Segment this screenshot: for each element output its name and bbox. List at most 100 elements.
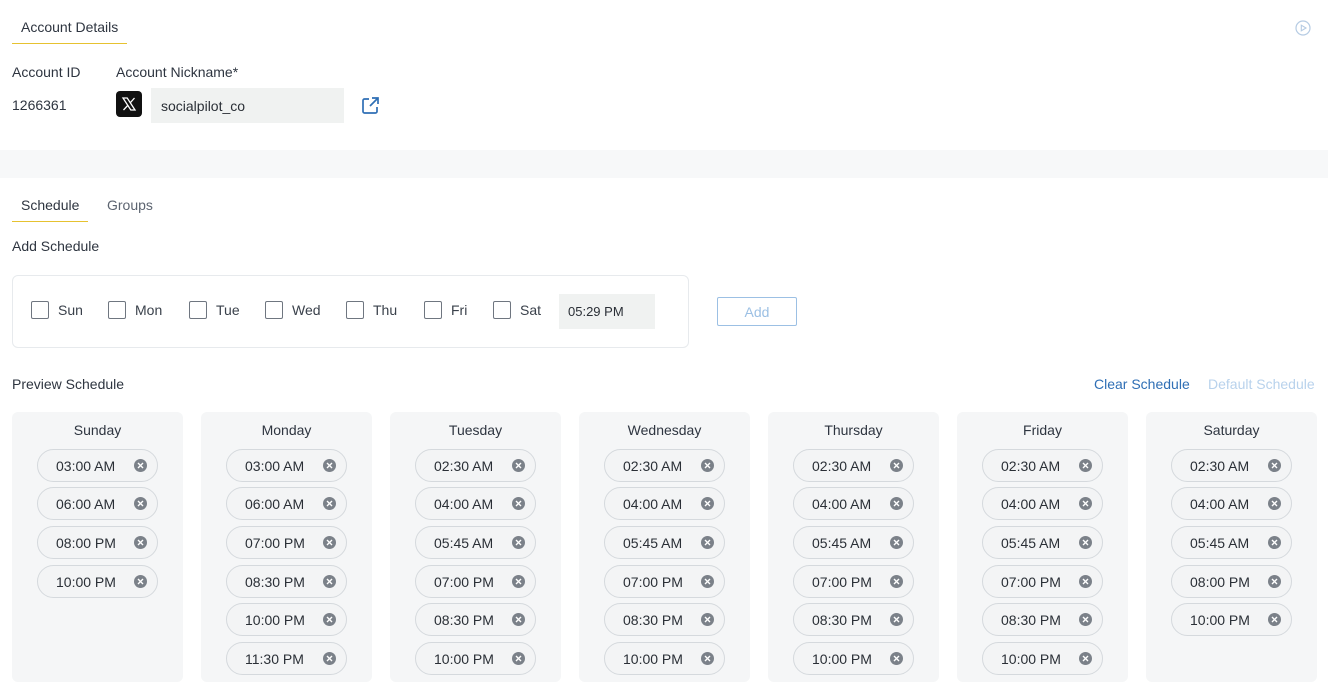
time-slot-label: 04:00 AM: [623, 495, 683, 512]
remove-slot-icon[interactable]: [1079, 536, 1092, 549]
remove-slot-icon[interactable]: [890, 536, 903, 549]
time-slot-label: 08:30 PM: [434, 611, 494, 628]
checkbox-sun-label: Sun: [58, 302, 83, 318]
clear-schedule-link[interactable]: Clear Schedule: [1094, 376, 1190, 392]
time-slot-chip: 05:45 AM: [415, 526, 536, 559]
remove-slot-icon[interactable]: [1079, 459, 1092, 472]
time-slot-chip: 08:30 PM: [226, 565, 347, 598]
remove-slot-icon[interactable]: [134, 459, 147, 472]
time-input[interactable]: [559, 294, 655, 329]
day-column-title: Sunday: [73, 422, 122, 438]
remove-slot-icon[interactable]: [323, 459, 336, 472]
checkbox-mon[interactable]: Mon: [108, 301, 162, 319]
remove-slot-icon[interactable]: [1268, 459, 1281, 472]
remove-slot-icon[interactable]: [1268, 575, 1281, 588]
remove-slot-icon[interactable]: [512, 575, 525, 588]
remove-slot-icon[interactable]: [1268, 613, 1281, 626]
time-slot-label: 05:45 AM: [1190, 534, 1250, 551]
checkbox-fri-label: Fri: [451, 302, 468, 318]
time-slot-chip: 10:00 PM: [226, 603, 347, 636]
tab-groups[interactable]: Groups: [98, 196, 162, 222]
remove-slot-icon[interactable]: [323, 497, 336, 510]
add-button[interactable]: Add: [717, 297, 797, 326]
checkbox-mon-label: Mon: [135, 302, 163, 318]
remove-slot-icon[interactable]: [323, 575, 336, 588]
checkbox-wed-box[interactable]: [265, 301, 283, 319]
checkbox-sat-box[interactable]: [493, 301, 511, 319]
remove-slot-icon[interactable]: [1079, 652, 1092, 665]
checkbox-sat[interactable]: Sat: [493, 301, 541, 319]
remove-slot-icon[interactable]: [512, 652, 525, 665]
default-schedule-link[interactable]: Default Schedule: [1208, 376, 1315, 392]
remove-slot-icon[interactable]: [701, 575, 714, 588]
account-nickname-input[interactable]: [151, 88, 344, 123]
remove-slot-icon[interactable]: [512, 497, 525, 510]
remove-slot-icon[interactable]: [701, 497, 714, 510]
time-slot-chip: 04:00 AM: [982, 487, 1103, 520]
time-slot-label: 10:00 PM: [623, 650, 683, 667]
time-slot-chip: 08:30 PM: [604, 603, 725, 636]
time-slot-label: 04:00 AM: [1190, 495, 1250, 512]
remove-slot-icon[interactable]: [890, 575, 903, 588]
remove-slot-icon[interactable]: [1079, 497, 1092, 510]
remove-slot-icon[interactable]: [890, 497, 903, 510]
remove-slot-icon[interactable]: [701, 536, 714, 549]
external-link-icon[interactable]: [361, 96, 380, 115]
add-schedule-title: Add Schedule: [12, 238, 100, 254]
checkbox-thu-box[interactable]: [346, 301, 364, 319]
remove-slot-icon[interactable]: [1079, 613, 1092, 626]
checkbox-tue-box[interactable]: [189, 301, 207, 319]
checkbox-thu-label: Thu: [373, 302, 398, 318]
time-slot-label: 08:00 PM: [1190, 573, 1250, 590]
remove-slot-icon[interactable]: [134, 497, 147, 510]
day-column-sunday: Sunday 03:00 AM 06:00 AM 08:00 PM 10:00 PM: [12, 412, 183, 682]
time-slot-chip: 05:45 AM: [793, 526, 914, 559]
time-slot-chip: 10:00 PM: [982, 642, 1103, 675]
day-column-monday: Monday 03:00 AM 06:00 AM 07:00 PM 08:30 PM 10…: [201, 412, 372, 682]
time-slot-label: 10:00 PM: [1001, 650, 1061, 667]
checkbox-wed[interactable]: Wed: [265, 301, 321, 319]
day-column-wednesday: Wednesday 02:30 AM 04:00 AM 05:45 AM 07:00 P…: [579, 412, 750, 682]
remove-slot-icon[interactable]: [890, 459, 903, 472]
time-slot-chip: 02:30 AM: [982, 449, 1103, 482]
remove-slot-icon[interactable]: [1268, 536, 1281, 549]
time-slot-label: 08:30 PM: [623, 611, 683, 628]
remove-slot-icon[interactable]: [701, 459, 714, 472]
remove-slot-icon[interactable]: [512, 459, 525, 472]
remove-slot-icon[interactable]: [1079, 575, 1092, 588]
checkbox-fri[interactable]: Fri: [424, 301, 467, 319]
remove-slot-icon[interactable]: [323, 613, 336, 626]
play-circle-icon[interactable]: [1295, 20, 1311, 36]
time-slot-label: 07:00 PM: [623, 573, 683, 590]
remove-slot-icon[interactable]: [134, 536, 147, 549]
checkbox-mon-box[interactable]: [108, 301, 126, 319]
checkbox-thu[interactable]: Thu: [346, 301, 397, 319]
time-slot-chip: 06:00 AM: [226, 487, 347, 520]
checkbox-sat-label: Sat: [520, 302, 542, 318]
checkbox-sun-box[interactable]: [31, 301, 49, 319]
remove-slot-icon[interactable]: [701, 652, 714, 665]
checkbox-sun[interactable]: Sun: [31, 301, 83, 319]
remove-slot-icon[interactable]: [890, 613, 903, 626]
remove-slot-icon[interactable]: [1268, 497, 1281, 510]
remove-slot-icon[interactable]: [134, 575, 147, 588]
remove-slot-icon[interactable]: [890, 652, 903, 665]
preview-schedule-title: Preview Schedule: [12, 376, 125, 392]
remove-slot-icon[interactable]: [323, 536, 336, 549]
checkbox-fri-box[interactable]: [424, 301, 442, 319]
remove-slot-icon[interactable]: [512, 536, 525, 549]
time-slot-label: 04:00 AM: [812, 495, 872, 512]
day-column-friday: Friday 02:30 AM 04:00 AM 05:45 AM 07:00 PM 08…: [957, 412, 1128, 682]
time-slot-label: 11:30 PM: [245, 650, 304, 667]
remove-slot-icon[interactable]: [512, 613, 525, 626]
time-slot-chip: 03:00 AM: [226, 449, 347, 482]
section-divider: [0, 150, 1328, 178]
tab-schedule[interactable]: Schedule: [12, 196, 89, 222]
remove-slot-icon[interactable]: [323, 652, 336, 665]
time-slot-chip: 02:30 AM: [415, 449, 536, 482]
time-slot-label: 04:00 AM: [434, 495, 494, 512]
remove-slot-icon[interactable]: [701, 613, 714, 626]
tab-account-details[interactable]: Account Details: [12, 18, 128, 44]
checkbox-tue[interactable]: Tue: [189, 301, 240, 319]
time-slot-label: 08:00 PM: [56, 534, 116, 551]
